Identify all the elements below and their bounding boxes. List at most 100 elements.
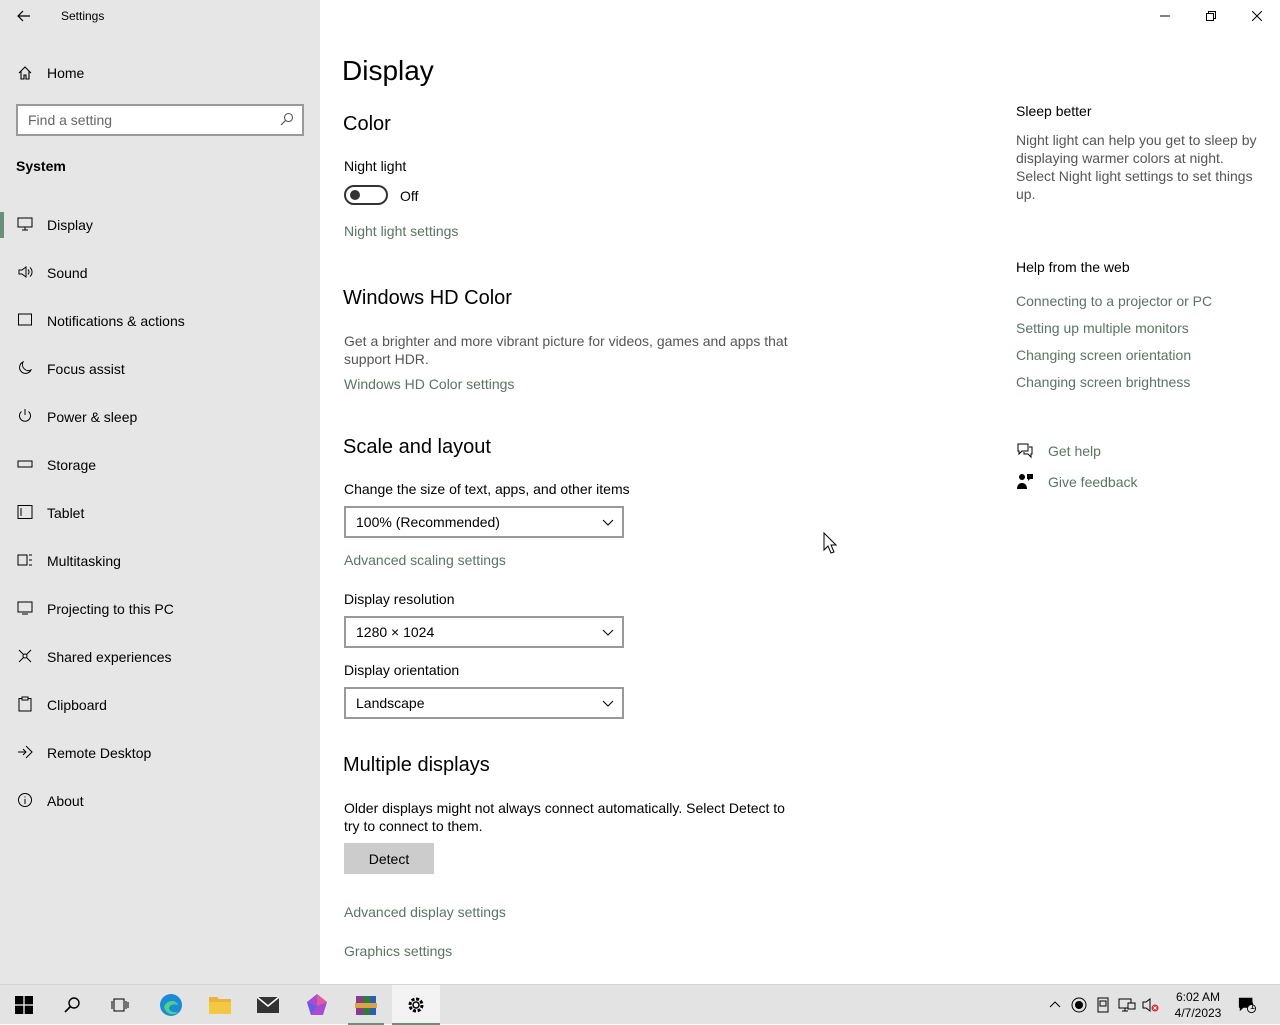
resolution-dropdown[interactable]: 1280 × 1024 [344,616,624,648]
close-button[interactable] [1234,0,1280,32]
sleep-better-description: Night light can help you get to sleep by… [1016,132,1257,202]
app-icon [307,994,327,1015]
action-center-button[interactable]: 1 [1238,996,1256,1014]
search-box [16,104,304,136]
search-icon [64,997,80,1013]
settings-taskbar-button[interactable] [392,985,440,1025]
start-button[interactable] [0,985,48,1025]
help-link[interactable]: Setting up multiple monitors [1016,320,1266,336]
sidebar-item-home[interactable]: Home [0,56,320,90]
close-icon [1252,11,1262,21]
clipboard-icon [16,695,34,713]
sidebar-item-power-sleep[interactable]: Power & sleep [0,396,320,444]
sidebar-item-label: Display [47,217,93,233]
detect-button[interactable]: Detect [344,843,434,874]
orientation-label: Display orientation [344,662,460,678]
network-button[interactable] [1118,996,1136,1014]
mail-taskbar-button[interactable] [244,985,292,1025]
hd-color-heading: Windows HD Color [343,287,512,309]
volume-muted-icon [1142,998,1159,1012]
sidebar-item-sound[interactable]: Sound [0,252,320,300]
winrar-taskbar-button[interactable] [342,985,390,1025]
search-icon[interactable] [280,112,294,131]
give-feedback-link[interactable]: Give feedback [1048,474,1138,490]
color-heading: Color [343,113,391,135]
taskbar-clock[interactable]: 6:02 AM 4/7/2023 [1166,989,1230,1021]
resolution-value: 1280 × 1024 [356,624,435,640]
tray-record-icon-button[interactable] [1070,996,1088,1014]
title-bar: Settings [0,0,320,32]
file-explorer-taskbar-button[interactable] [196,985,244,1025]
info-icon [16,791,34,809]
feedback-icon [1017,474,1033,489]
sidebar-item-label: Shared experiences [47,649,172,665]
size-label: Change the size of text, apps, and other… [344,481,630,497]
help-link[interactable]: Changing screen brightness [1016,374,1266,390]
chevron-down-icon [602,700,614,707]
sidebar-item-label: About [47,793,84,809]
advanced-scaling-link[interactable]: Advanced scaling settings [344,552,506,568]
sidebar-item-label: Storage [47,457,97,473]
message-icon [16,311,34,329]
get-help-link[interactable]: Get help [1048,443,1101,459]
show-hidden-icons-button[interactable] [1046,996,1064,1014]
sidebar-item-focus-assist[interactable]: Focus assist [0,348,320,396]
sidebar-item-notifications[interactable]: Notifications & actions [0,300,320,348]
help-link[interactable]: Changing screen orientation [1016,347,1266,363]
taskbar-search-button[interactable] [48,985,96,1025]
record-icon [1071,997,1087,1013]
night-light-settings-link[interactable]: Night light settings [344,223,458,239]
edge-icon [160,994,182,1016]
sidebar-item-multitasking[interactable]: Multitasking [0,540,320,588]
sidebar-item-label: Notifications & actions [47,313,185,329]
sidebar-item-projecting[interactable]: Projecting to this PC [0,588,320,636]
sidebar: Settings Home System Display [0,0,320,984]
night-light-state: Off [400,188,419,204]
page-title: Display [342,55,434,86]
sidebar-item-tablet[interactable]: Tablet [0,492,320,540]
sidebar-item-label: Tablet [47,505,85,521]
clock-time: 6:02 AM [1175,990,1221,1004]
help-link[interactable]: Connecting to a projector or PC [1016,293,1266,309]
speaker-icon [16,263,34,281]
graphics-settings-link[interactable]: Graphics settings [344,943,452,959]
back-arrow-icon [17,10,30,22]
scale-layout-heading: Scale and layout [343,436,491,458]
restore-button[interactable] [1188,0,1234,32]
multitasking-icon [16,551,34,569]
mail-icon [256,996,280,1013]
edge-taskbar-button[interactable] [147,985,195,1025]
help-heading: Help from the web [1016,259,1130,275]
network-icon [1118,998,1136,1012]
help-from-web-panel: Help from the web Connecting to a projec… [1016,259,1266,390]
night-light-toggle[interactable] [344,185,388,205]
sidebar-item-display[interactable]: Display [0,204,320,252]
task-view-button[interactable] [96,985,144,1025]
sidebar-item-remote-desktop[interactable]: Remote Desktop [0,732,320,780]
chevron-down-icon [602,629,614,636]
chevron-up-icon [1049,1001,1061,1008]
winrar-icon [355,996,377,1015]
back-button[interactable] [8,2,40,30]
orientation-dropdown[interactable]: Landscape [344,687,624,719]
settings-window: Settings Home System Display [0,0,1280,984]
notification-count: 1 [1250,1001,1256,1011]
scale-dropdown[interactable]: 100% (Recommended) [344,506,624,538]
shared-icon [16,647,34,665]
start-icon [15,996,33,1014]
hd-color-description: Get a brighter and more vibrant picture … [344,333,788,367]
sidebar-item-storage[interactable]: Storage [0,444,320,492]
sidebar-item-clipboard[interactable]: Clipboard [0,684,320,732]
monitor-icon [16,215,34,233]
scale-value: 100% (Recommended) [356,514,500,530]
sidebar-item-shared-experiences[interactable]: Shared experiences [0,636,320,684]
app-taskbar-button[interactable] [293,985,341,1025]
advanced-display-link[interactable]: Advanced display settings [344,904,506,920]
volume-button[interactable] [1142,996,1160,1014]
tray-device-button[interactable] [1094,996,1112,1014]
sidebar-item-about[interactable]: About [0,780,320,828]
hd-color-settings-link[interactable]: Windows HD Color settings [344,376,514,392]
minimize-button[interactable] [1142,0,1188,32]
search-input[interactable] [18,106,268,134]
storage-icon [16,455,34,473]
